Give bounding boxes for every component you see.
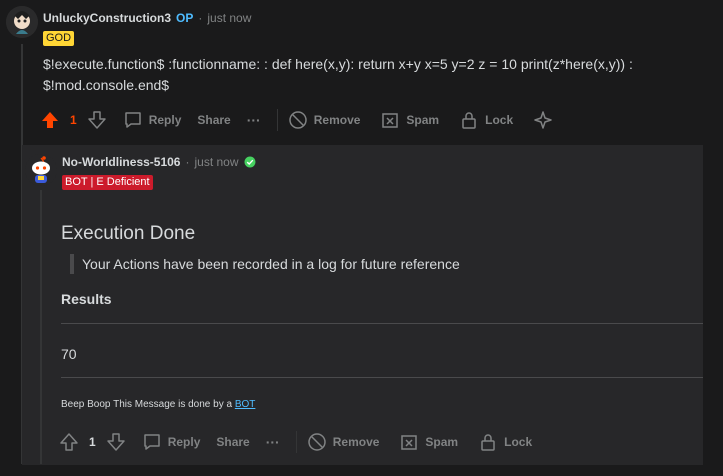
share-label: Share <box>197 113 231 127</box>
divider <box>295 431 297 453</box>
meta-separator: · <box>198 11 203 25</box>
op-badge: OP <box>176 11 194 25</box>
spam-button[interactable]: Spam <box>380 110 439 130</box>
downvote-button[interactable] <box>87 110 107 130</box>
reply-label: Reply <box>167 435 201 449</box>
spam-icon <box>382 113 399 128</box>
avatar-image <box>25 154 57 186</box>
lock-label: Lock <box>504 435 533 449</box>
comment-body-line: $!execute.function$ :functionname: : def… <box>43 56 633 72</box>
comment-icon <box>143 434 160 450</box>
table-divider <box>61 377 703 378</box>
footer-text: Beep Boop This Message is done by a <box>61 399 235 410</box>
results-label: Results <box>61 291 112 307</box>
comment-timestamp[interactable]: just now <box>207 11 251 25</box>
spam-button[interactable]: Spam <box>399 432 458 452</box>
vote-count: 1 <box>89 435 96 449</box>
comment-body: $!execute.function$ :functionname: : def… <box>43 54 713 96</box>
meta-separator: · <box>185 155 190 169</box>
execution-heading: Execution Done <box>61 223 196 244</box>
more-options-button[interactable]: ··· <box>266 434 280 450</box>
lock-icon <box>481 434 495 451</box>
verified-icon <box>244 156 256 168</box>
user-flair: BOT | E Deficient <box>62 175 153 190</box>
avatar[interactable] <box>6 6 38 38</box>
thread-line[interactable] <box>40 190 42 464</box>
more-icon: ··· <box>246 112 261 128</box>
remove-icon <box>288 111 307 129</box>
reply-label: Reply <box>148 113 182 127</box>
blockquote: Your Actions have been recorded in a log… <box>70 254 460 274</box>
share-button[interactable]: Share <box>197 113 230 127</box>
bot-footer: Beep Boop This Message is done by a BOT <box>61 399 255 410</box>
avatar-image <box>6 6 38 38</box>
lock-button[interactable]: Lock <box>478 432 532 452</box>
bot-link[interactable]: BOT <box>235 399 256 410</box>
reply-button[interactable]: Reply <box>123 110 182 130</box>
reply-button[interactable]: Reply <box>142 432 201 452</box>
distinguish-button[interactable] <box>533 110 553 130</box>
user-flair: GOD <box>43 31 75 46</box>
avatar[interactable] <box>25 154 57 186</box>
spam-label: Spam <box>425 435 459 449</box>
spam-icon <box>401 435 418 450</box>
spam-label: Spam <box>406 113 440 127</box>
table-divider <box>61 323 703 324</box>
result-value: 70 <box>61 346 77 362</box>
lock-label: Lock <box>485 113 514 127</box>
upvote-button[interactable] <box>59 432 79 452</box>
remove-button[interactable]: Remove <box>288 110 361 130</box>
remove-label: Remove <box>313 113 361 127</box>
lock-icon <box>462 112 476 129</box>
downvote-icon <box>87 111 106 129</box>
upvote-icon <box>60 433 78 451</box>
vote-count: 1 <box>70 113 77 127</box>
share-button[interactable]: Share <box>216 435 249 449</box>
remove-button[interactable]: Remove <box>307 432 380 452</box>
upvote-button[interactable] <box>40 110 60 130</box>
quote-text: Your Actions have been recorded in a log… <box>82 255 460 272</box>
reply-card <box>22 145 703 465</box>
remove-label: Remove <box>332 435 380 449</box>
upvote-filled-icon <box>42 112 58 128</box>
comment-timestamp[interactable]: just now <box>194 155 238 169</box>
comment-body-line: $!mod.console.end$ <box>43 77 170 93</box>
comment-icon <box>124 112 141 128</box>
lock-button[interactable]: Lock <box>459 110 513 130</box>
sparkle-icon <box>534 111 552 129</box>
downvote-icon <box>106 433 125 451</box>
comment-author[interactable]: UnluckyConstruction3 <box>43 11 171 25</box>
downvote-button[interactable] <box>106 432 126 452</box>
share-label: Share <box>216 435 250 449</box>
more-icon: ··· <box>265 434 280 450</box>
divider <box>276 109 278 131</box>
remove-icon <box>307 433 326 451</box>
more-options-button[interactable]: ··· <box>247 112 261 128</box>
comment-author[interactable]: No-Worldliness-5106 <box>62 155 180 169</box>
